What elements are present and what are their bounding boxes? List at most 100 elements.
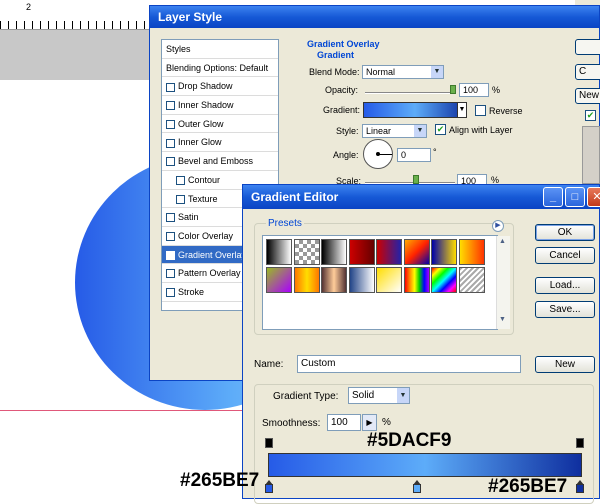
gradient-editor-title: Gradient Editor <box>251 190 339 204</box>
style-select[interactable]: Linear ▼ <box>362 124 427 138</box>
layer-style-title: Layer Style <box>158 10 223 24</box>
color-stop-middle[interactable] <box>413 480 421 493</box>
gradient-picker-arrow-icon[interactable]: ▼ <box>457 102 467 118</box>
angle-dial-needle <box>378 154 392 155</box>
style-thumbnail <box>582 126 600 184</box>
gradient-type-value: Solid <box>352 390 375 401</box>
style-item-label: Gradient Overlay <box>178 249 247 260</box>
style-item-checkbox[interactable] <box>166 288 175 298</box>
preset-swatch[interactable] <box>348 239 375 265</box>
smoothness-arrow-icon[interactable]: ▶ <box>362 414 377 431</box>
preset-swatch[interactable] <box>293 266 320 293</box>
preset-swatch[interactable] <box>321 266 347 293</box>
style-item-checkbox[interactable] <box>166 232 175 241</box>
name-input[interactable]: Custom <box>297 355 521 373</box>
presets-menu-arrow-icon[interactable]: ▶ <box>492 220 504 232</box>
opacity-unit: % <box>492 85 501 95</box>
style-item-checkbox[interactable] <box>176 194 185 204</box>
preset-swatch[interactable] <box>293 239 320 265</box>
style-item-label: Pattern Overlay <box>178 268 241 279</box>
load-button[interactable]: Load... <box>535 277 595 294</box>
new-button[interactable]: New <box>535 356 595 373</box>
chevron-down-icon: ▼ <box>397 388 409 403</box>
new-style-button-partial[interactable]: New <box>575 88 600 104</box>
align-with-layer-label: Align with Layer <box>449 125 513 135</box>
scroll-down-icon[interactable]: ▼ <box>499 316 506 323</box>
style-item-inner-shadow[interactable]: Inner Shadow <box>162 96 278 115</box>
ok-button-partial[interactable] <box>575 39 600 55</box>
style-label: Style: <box>336 126 359 136</box>
preset-swatch[interactable] <box>431 239 457 265</box>
save-button[interactable]: Save... <box>535 301 595 318</box>
preset-swatch[interactable] <box>403 266 430 293</box>
style-item-checkbox[interactable] <box>166 82 175 92</box>
layer-style-titlebar[interactable]: Layer Style <box>150 6 599 28</box>
ok-button[interactable]: OK <box>535 224 595 241</box>
opacity-stop-left[interactable] <box>265 438 273 448</box>
opacity-stop-right[interactable] <box>576 438 584 448</box>
style-item-drop-shadow[interactable]: Drop Shadow <box>162 77 278 97</box>
chevron-down-icon: ▼ <box>431 66 443 78</box>
style-item-checkbox[interactable] <box>166 213 175 223</box>
angle-input[interactable]: 0 <box>397 148 431 162</box>
cancel-button-partial[interactable]: C <box>575 64 600 80</box>
scale-slider-thumb[interactable] <box>413 175 419 184</box>
smoothness-unit: % <box>382 417 391 428</box>
preview-checkbox[interactable]: ✔ <box>585 110 596 121</box>
blend-mode-select[interactable]: Normal ▼ <box>362 65 444 79</box>
cancel-button[interactable]: Cancel <box>535 247 595 264</box>
annotation-right-color: #265BE7 <box>488 476 568 497</box>
preset-swatch[interactable] <box>266 239 292 265</box>
blending-options-item[interactable]: Blending Options: Default <box>162 59 278 78</box>
style-item-checkbox[interactable] <box>166 119 175 129</box>
styles-header[interactable]: Styles <box>162 40 278 59</box>
style-item-checkbox[interactable] <box>176 175 185 185</box>
preset-swatch[interactable] <box>458 266 485 293</box>
subgroup-title: Gradient <box>317 50 355 60</box>
preset-swatch[interactable] <box>266 266 292 293</box>
style-value: Linear <box>366 126 392 136</box>
reverse-checkbox[interactable] <box>475 105 486 116</box>
style-item-bevel-and-emboss[interactable]: Bevel and Emboss <box>162 152 278 171</box>
angle-dial[interactable] <box>363 139 393 169</box>
style-item-outer-glow[interactable]: Outer Glow <box>162 115 278 134</box>
style-item-checkbox[interactable]: ✔ <box>166 250 175 260</box>
gradient-editor-titlebar[interactable]: Gradient Editor _ □ ✕ <box>243 185 600 209</box>
reverse-label: Reverse <box>489 106 523 116</box>
preset-swatch[interactable] <box>458 239 485 265</box>
style-item-inner-glow[interactable]: Inner Glow <box>162 133 278 153</box>
preset-swatch[interactable] <box>376 266 402 293</box>
opacity-input[interactable]: 100 <box>459 83 489 97</box>
scroll-up-icon[interactable]: ▲ <box>499 238 506 245</box>
preset-swatch[interactable] <box>348 266 375 293</box>
style-item-checkbox[interactable] <box>166 101 175 111</box>
annotation-left-color: #265BE7 <box>180 470 260 491</box>
preset-swatch[interactable] <box>403 239 430 265</box>
opacity-slider-track[interactable] <box>365 92 455 94</box>
presets-scrollbar[interactable]: ▲ ▼ <box>496 236 510 329</box>
style-item-label: Outer Glow <box>178 118 224 129</box>
color-stop-right[interactable] <box>576 480 584 493</box>
preset-swatch[interactable] <box>376 239 402 265</box>
canvas-pasteboard <box>0 30 160 80</box>
minimize-icon[interactable]: _ <box>543 187 563 207</box>
maximize-icon[interactable]: □ <box>565 187 585 207</box>
ruler-number: 2 <box>26 2 32 12</box>
gradient-preview[interactable] <box>363 102 467 118</box>
style-item-label: Texture <box>188 193 218 204</box>
opacity-slider-thumb[interactable] <box>450 85 456 94</box>
gradient-bar[interactable] <box>268 453 582 477</box>
gradient-type-select[interactable]: Solid ▼ <box>348 387 410 404</box>
preset-swatch[interactable] <box>321 239 347 265</box>
style-item-checkbox[interactable] <box>166 269 175 279</box>
gradient-type-label: Gradient Type: <box>273 391 339 402</box>
style-item-label: Color Overlay <box>178 230 234 241</box>
close-icon[interactable]: ✕ <box>587 187 600 207</box>
style-item-label: Bevel and Emboss <box>178 156 254 167</box>
smoothness-input[interactable]: 100 <box>327 414 361 431</box>
color-stop-left[interactable] <box>265 480 273 493</box>
style-item-checkbox[interactable] <box>166 157 175 167</box>
style-item-checkbox[interactable] <box>166 138 175 148</box>
align-with-layer-checkbox[interactable]: ✔ <box>435 124 446 135</box>
preset-swatch[interactable] <box>431 266 457 293</box>
